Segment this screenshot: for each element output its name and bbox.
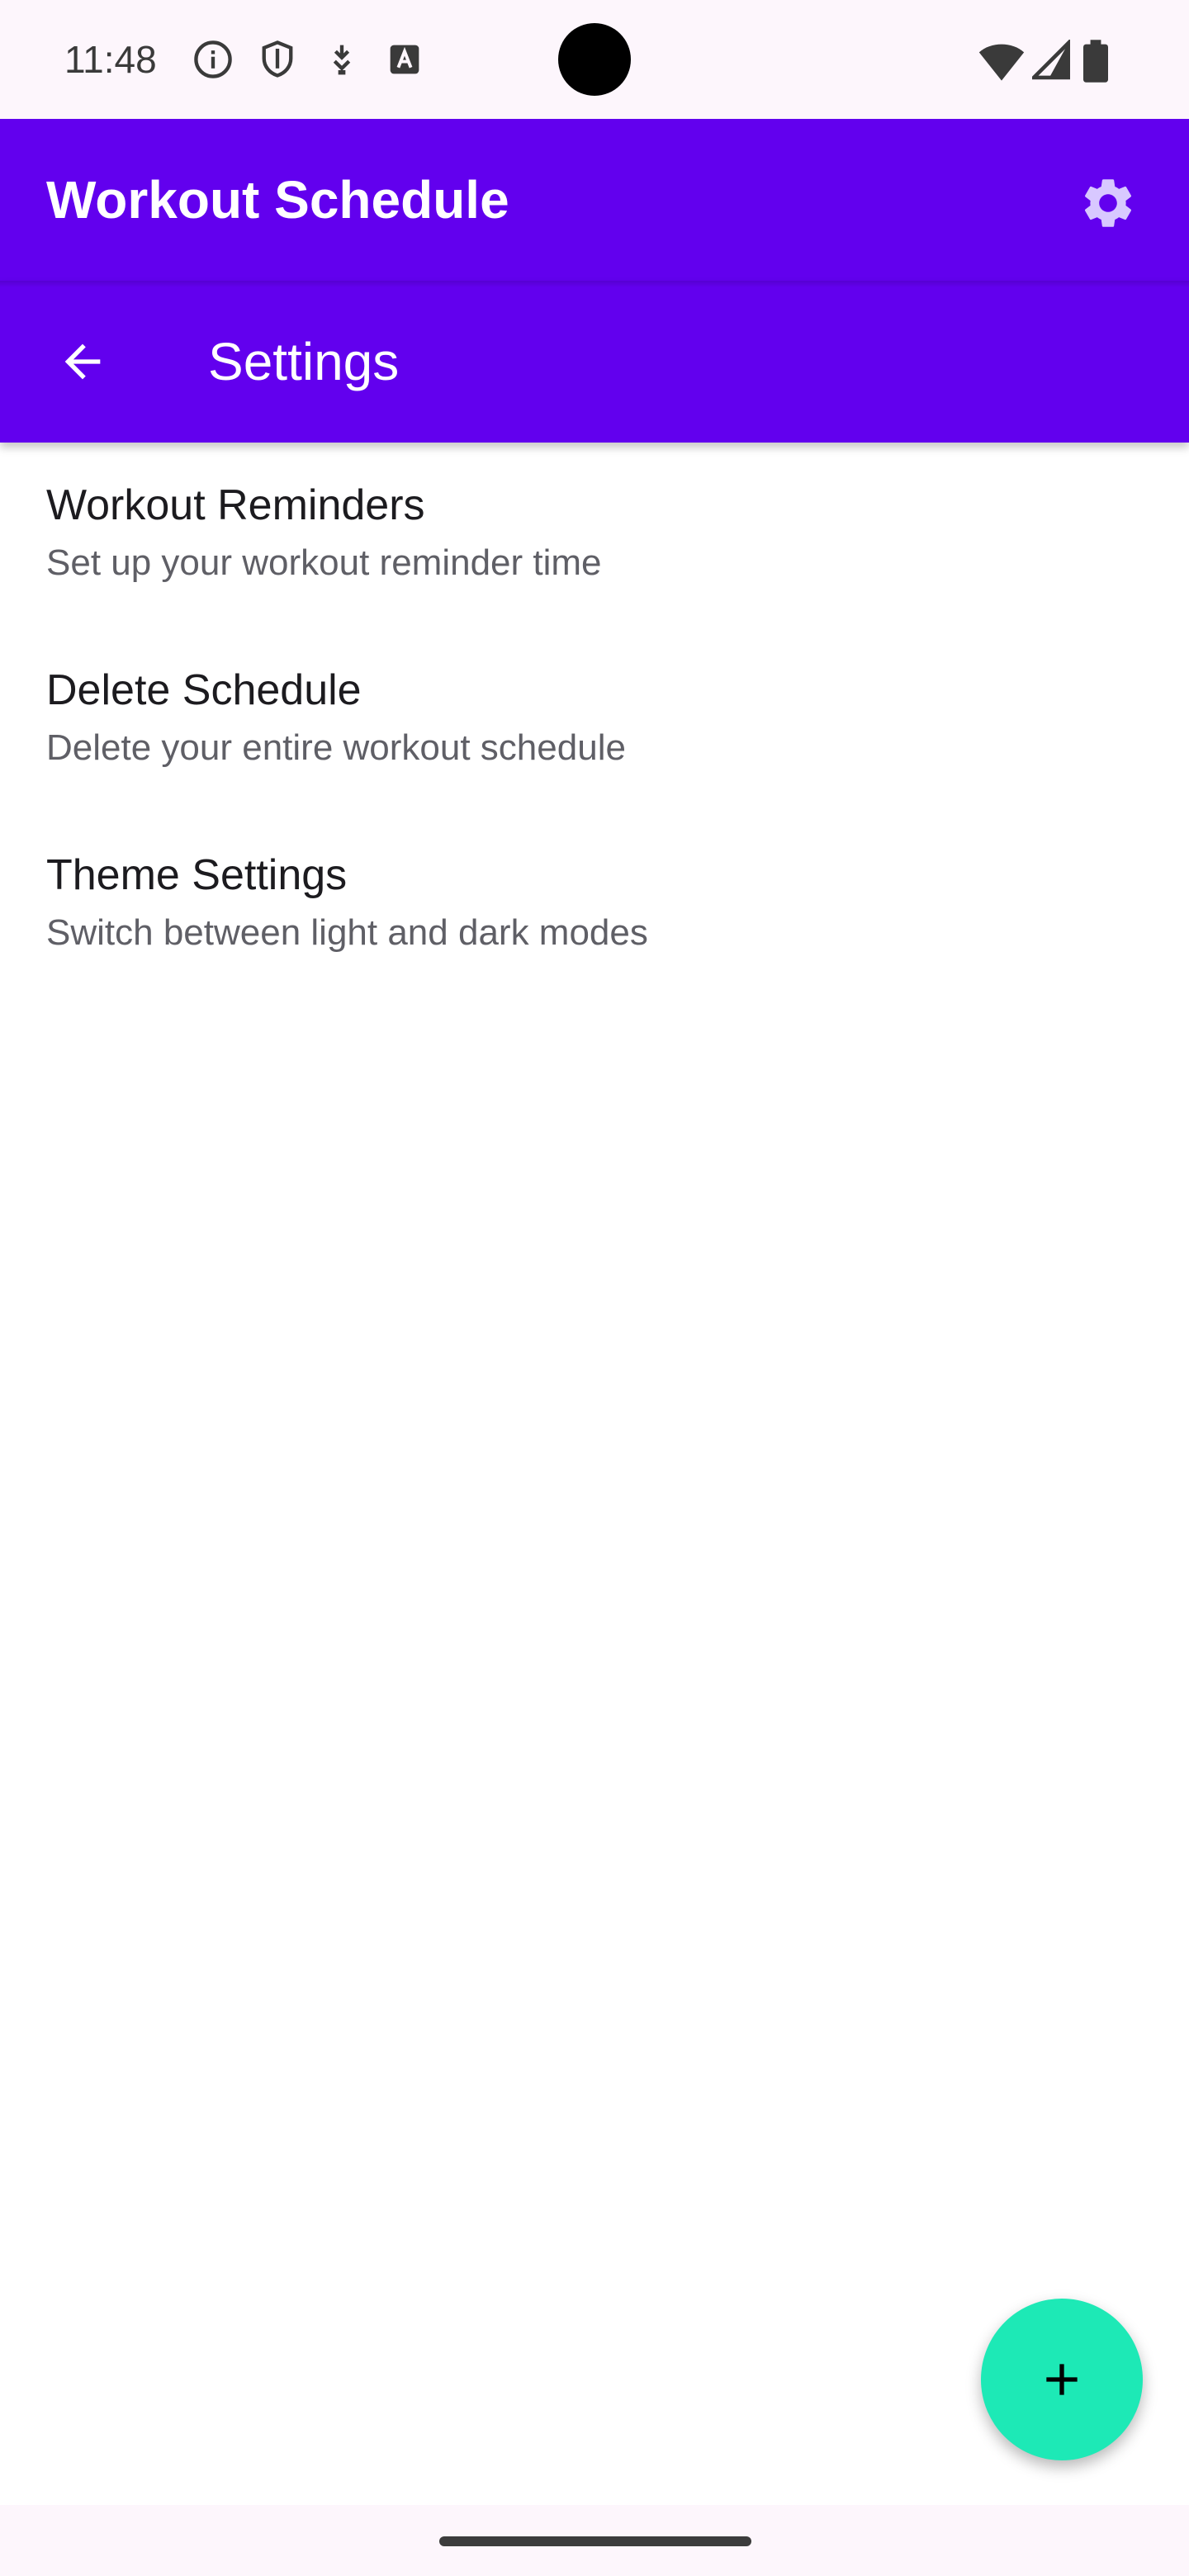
back-button[interactable] (43, 322, 122, 401)
shield-icon (262, 40, 293, 78)
wifi-icon (978, 44, 1025, 81)
navigation-bar (0, 2505, 1189, 2576)
setting-item-subtitle: Set up your workout reminder time (46, 542, 602, 583)
plus-icon (1046, 2364, 1078, 2395)
battery-icon (1083, 40, 1108, 83)
app-title: Workout Schedule (46, 170, 509, 230)
home-gesture-handle[interactable] (439, 2536, 751, 2546)
cell-signal-icon (1032, 40, 1070, 80)
status-time: 11:48 (64, 38, 157, 81)
gear-icon (1084, 179, 1132, 227)
screen: 11:48 Workout Schedule Settings Workout … (0, 0, 1189, 2576)
setting-item-workout-reminders[interactable]: Workout Reminders Set up your workout re… (0, 443, 1189, 627)
status-bar: 11:48 (0, 0, 1189, 119)
camera-cutout (558, 23, 631, 96)
setting-item-title: Delete Schedule (46, 666, 362, 714)
setting-item-theme-settings[interactable]: Theme Settings Switch between light and … (0, 812, 1189, 997)
setting-item-subtitle: Switch between light and dark modes (46, 912, 648, 953)
setting-item-delete-schedule[interactable]: Delete Schedule Delete your entire worko… (0, 627, 1189, 812)
add-button[interactable] (981, 2299, 1143, 2460)
settings-title: Settings (208, 332, 400, 391)
info-icon (194, 40, 232, 78)
app-bar: Workout Schedule (0, 119, 1189, 281)
settings-button[interactable] (1070, 165, 1146, 241)
setting-item-title: Workout Reminders (46, 481, 425, 529)
back-arrow-icon (64, 343, 101, 380)
font-a-icon (390, 45, 419, 74)
setting-item-subtitle: Delete your entire workout schedule (46, 727, 626, 768)
settings-list: Workout Reminders Set up your workout re… (0, 443, 1189, 997)
setting-item-title: Theme Settings (46, 851, 348, 899)
usb-debug-icon (333, 45, 351, 75)
settings-toolbar: Settings (0, 281, 1189, 443)
